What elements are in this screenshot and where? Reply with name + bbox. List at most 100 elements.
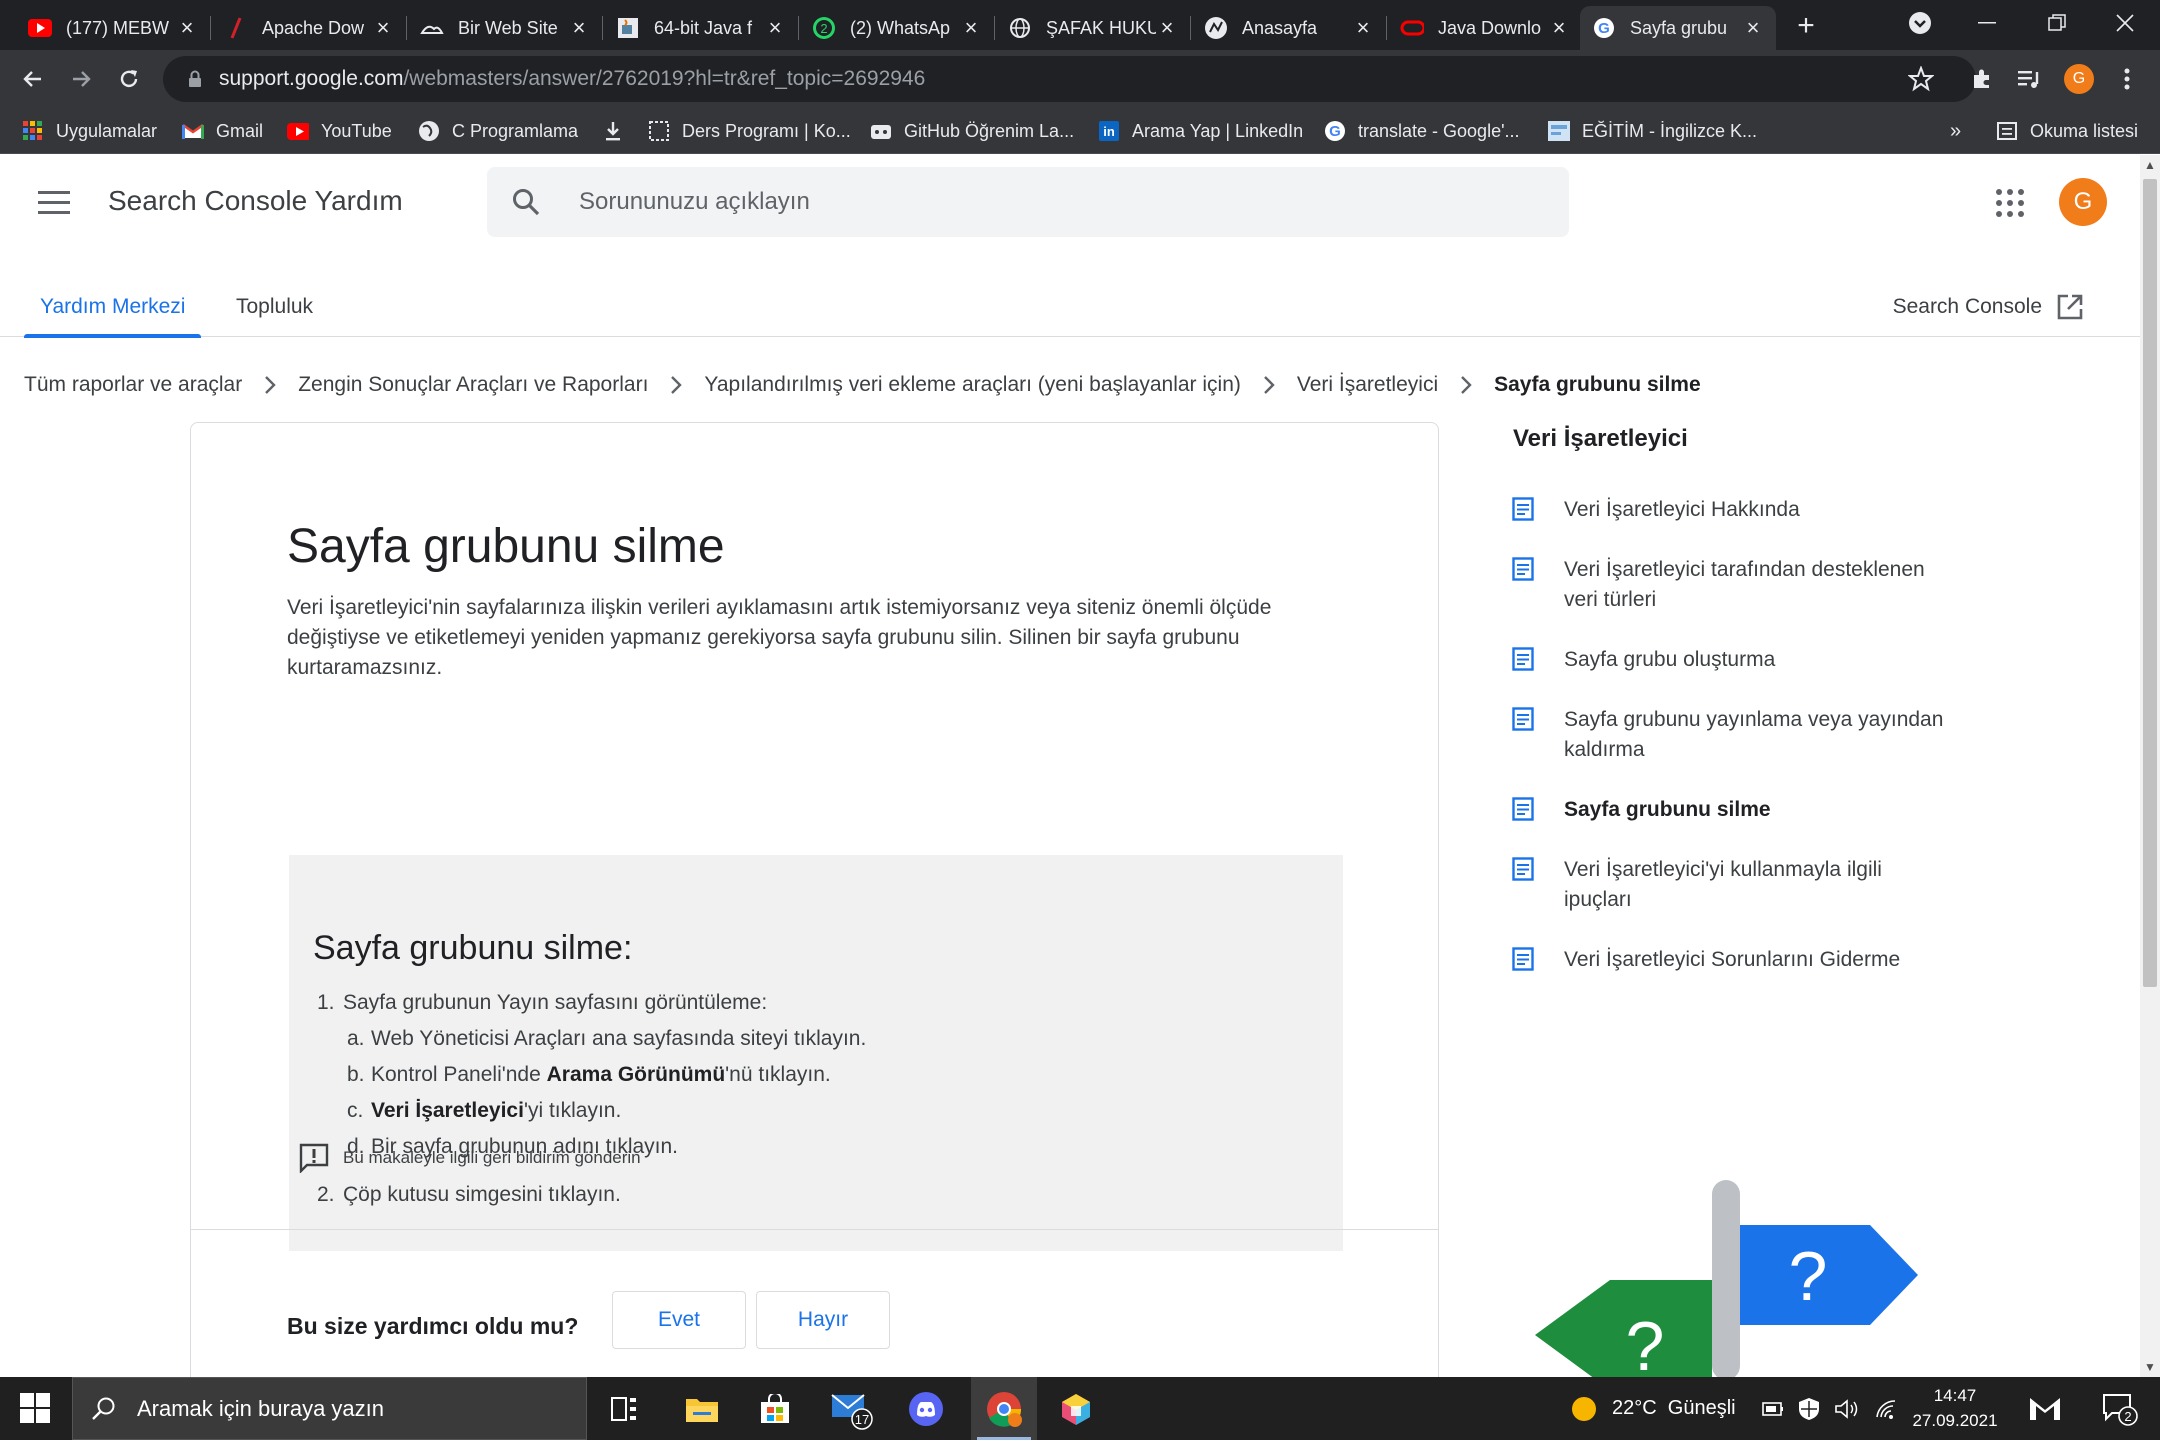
- discord-icon: [909, 1391, 943, 1426]
- sidenav-item[interactable]: Veri İşaretleyici tarafından desteklenen…: [1512, 555, 1962, 615]
- bookmark-linkedin[interactable]: in Arama Yap | LinkedIn: [1098, 108, 1303, 154]
- browser-tab-active[interactable]: G Sayfa grubu ×: [1580, 6, 1776, 50]
- browser-tab[interactable]: Bir Web Site ×: [408, 6, 603, 50]
- tab-yardim-merkezi[interactable]: Yardım Merkezi: [23, 277, 203, 338]
- notification-center-button[interactable]: 2: [2090, 1377, 2150, 1440]
- browser-tab[interactable]: (177) MEBW ×: [16, 6, 211, 50]
- address-bar[interactable]: support.google.com/webmasters/answer/276…: [163, 56, 1976, 102]
- sidenav-item[interactable]: Sayfa grubu oluşturma: [1512, 645, 1962, 680]
- shield-icon[interactable]: [1798, 1397, 1820, 1421]
- media-button[interactable]: [2010, 60, 2048, 98]
- close-icon[interactable]: ×: [764, 15, 786, 41]
- helpful-question: Bu size yardımcı oldu mu?: [287, 1313, 579, 1339]
- product-title[interactable]: Search Console Yardım: [108, 185, 403, 217]
- bookmark-ders-programi[interactable]: Ders Programı | Ko...: [648, 108, 851, 154]
- breadcrumb-link[interactable]: Tüm raporlar ve araçlar: [24, 373, 242, 397]
- browser-tab[interactable]: 64-bit Java f ×: [604, 6, 799, 50]
- close-icon[interactable]: ×: [1742, 15, 1764, 41]
- sidenav-item[interactable]: Veri İşaretleyici Hakkında: [1512, 495, 1962, 530]
- start-button[interactable]: [20, 1393, 50, 1423]
- apache-icon: [224, 16, 248, 40]
- breadcrumb-link[interactable]: Zengin Sonuçlar Araçları ve Raporları: [298, 373, 648, 397]
- bookmark-star-button[interactable]: [1902, 60, 1940, 98]
- browser-tab[interactable]: 2 (2) WhatsAp ×: [800, 6, 995, 50]
- close-icon[interactable]: ×: [176, 15, 198, 41]
- bookmark-translate[interactable]: G translate - Google'...: [1324, 108, 1520, 154]
- close-icon[interactable]: ×: [1156, 15, 1178, 41]
- window-close-button[interactable]: [2090, 0, 2160, 46]
- extensions-button[interactable]: [1963, 60, 2001, 98]
- close-icon[interactable]: ×: [372, 15, 394, 41]
- feedback-link[interactable]: Bu makaleyle ilgili geri bildirim gönder…: [299, 1143, 641, 1173]
- bookmark-c-programlama[interactable]: C Programlama: [418, 108, 578, 154]
- sidenav-item[interactable]: Veri İşaretleyici Sorunlarını Giderme: [1512, 945, 1962, 980]
- bookmark-gmail[interactable]: Gmail: [182, 108, 263, 154]
- scrollbar-thumb[interactable]: [2143, 179, 2157, 987]
- close-icon[interactable]: ×: [1548, 15, 1570, 41]
- forward-button[interactable]: [60, 58, 102, 100]
- browser-tab[interactable]: Apache Dow ×: [212, 6, 407, 50]
- chrome-menu-button[interactable]: [2108, 60, 2146, 98]
- system-clock[interactable]: 14:47 27.09.2021: [1895, 1383, 2015, 1433]
- tab-topluluk[interactable]: Topluluk: [236, 277, 313, 337]
- breadcrumb-link[interactable]: Yapılandırılmış veri ekleme araçları (ye…: [704, 373, 1240, 397]
- sidenav-item[interactable]: Sayfa grubunu yayınlama veya yayından kal…: [1512, 705, 1962, 765]
- mail-button[interactable]: 17: [822, 1377, 882, 1440]
- restore-button[interactable]: [2022, 0, 2092, 46]
- helpful-yes-button[interactable]: Evet: [612, 1291, 746, 1349]
- reading-list-button[interactable]: Okuma listesi: [1996, 108, 2138, 154]
- helpful-no-button[interactable]: Hayır: [756, 1291, 890, 1349]
- help-search-box[interactable]: [487, 167, 1569, 237]
- taskbar-search[interactable]: Aramak için buraya yazın: [72, 1377, 587, 1440]
- bookmarks-overflow-button[interactable]: »: [1950, 108, 1961, 154]
- java-icon: [616, 16, 640, 40]
- account-avatar[interactable]: G: [2059, 178, 2107, 226]
- list-item: 1. Sayfa grubunun Yayın sayfasını görünt…: [317, 991, 768, 1014]
- svg-text:in: in: [1103, 124, 1115, 139]
- back-button[interactable]: [12, 58, 54, 100]
- app-cube-button[interactable]: [1046, 1377, 1106, 1440]
- bookmark-apps[interactable]: Uygulamalar: [22, 108, 157, 154]
- sidenav-item[interactable]: Veri İşaretleyici'yi kullanmayla ilgili i…: [1512, 855, 1962, 915]
- close-icon[interactable]: ×: [960, 15, 982, 41]
- minimize-button[interactable]: [1952, 0, 2022, 46]
- new-tab-button[interactable]: +: [1788, 8, 1824, 44]
- article-icon: [1512, 647, 1538, 680]
- bookmark-youtube[interactable]: YouTube: [287, 108, 392, 154]
- file-explorer-button[interactable]: [672, 1377, 732, 1440]
- tab-search-button[interactable]: [1885, 0, 1955, 46]
- notification-icon: 2: [2103, 1393, 2138, 1426]
- list-item: a. Web Yöneticisi Araçları ana sayfasınd…: [347, 1027, 867, 1050]
- chrome-taskbar-button[interactable]: [971, 1377, 1037, 1440]
- google-apps-button[interactable]: [1996, 189, 2024, 217]
- weather-widget[interactable]: 22°C Güneşli: [1570, 1377, 1736, 1440]
- browser-tab[interactable]: Anasayfa ×: [1192, 6, 1387, 50]
- bookmark-github[interactable]: GitHub Öğrenim La...: [870, 108, 1074, 154]
- breadcrumb-link[interactable]: Veri İşaretleyici: [1297, 373, 1438, 397]
- scroll-up-arrow[interactable]: ▲: [2140, 155, 2160, 175]
- youtube-icon: [28, 16, 52, 40]
- scroll-down-arrow[interactable]: ▼: [2140, 1357, 2160, 1377]
- store-button[interactable]: [745, 1377, 805, 1440]
- task-view-button[interactable]: [594, 1377, 654, 1440]
- reload-button[interactable]: [108, 58, 150, 100]
- search-input[interactable]: [579, 188, 1479, 216]
- open-in-new-icon: [2057, 294, 2083, 320]
- close-icon[interactable]: ×: [1352, 15, 1374, 41]
- main-menu-button[interactable]: [38, 191, 70, 215]
- close-icon[interactable]: ×: [568, 15, 590, 41]
- bookmark-download[interactable]: [602, 108, 636, 154]
- sidenav-item-current[interactable]: Sayfa grubunu silme: [1512, 795, 1962, 830]
- bookmark-egitim[interactable]: EĞİTİM - İngilizce K...: [1548, 108, 1757, 154]
- gmail-tray-button[interactable]: [2015, 1377, 2075, 1440]
- battery-icon[interactable]: [1762, 1401, 1784, 1417]
- browser-tab[interactable]: Java Downlo ×: [1388, 6, 1582, 50]
- search-console-link[interactable]: Search Console: [1893, 277, 2084, 337]
- reload-icon: [120, 70, 138, 88]
- discord-button[interactable]: [896, 1377, 956, 1440]
- browser-tab[interactable]: ŞAFAK HUKU ×: [996, 6, 1191, 50]
- list-item: b. Kontrol Paneli'nde Arama Görünümü'nü …: [347, 1063, 831, 1086]
- volume-icon[interactable]: [1834, 1398, 1860, 1420]
- profile-button[interactable]: G: [2060, 60, 2098, 98]
- page-scrollbar[interactable]: ▲ ▼: [2140, 155, 2160, 1377]
